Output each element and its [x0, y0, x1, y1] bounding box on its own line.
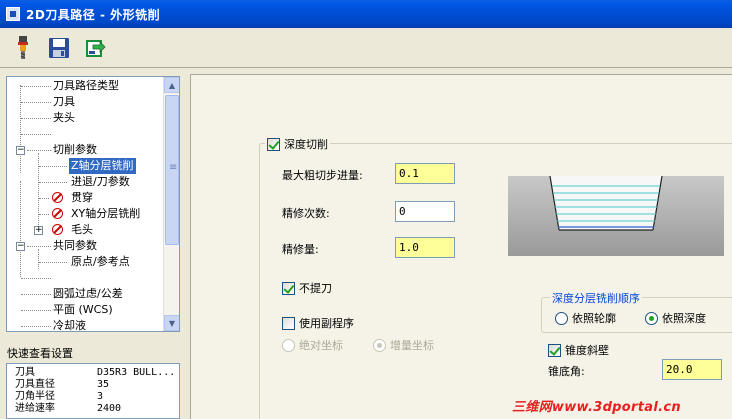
taper-angle-input[interactable]: 20.0 — [662, 359, 722, 380]
tree-items: 刀具路径类型 刀具 夹头 − 切削参数 Z轴分层铣削 进退/刀参数 贯穿 XY轴… — [7, 77, 163, 331]
collapse-icon[interactable]: − — [16, 146, 25, 155]
absolute-coord-radio — [282, 338, 295, 352]
quick-view-title: 快速查看设置 — [7, 347, 73, 360]
incremental-coord-radio — [373, 338, 386, 352]
scroll-thumb[interactable] — [165, 95, 179, 245]
finish-amount-input[interactable]: 1.0 — [395, 237, 455, 258]
collapse-icon[interactable]: − — [16, 242, 25, 251]
no-retract-option[interactable]: 不提刀 — [282, 280, 332, 296]
finish-count-label: 精修次数: — [282, 207, 330, 220]
scroll-up-button[interactable]: ▲ — [164, 77, 179, 93]
depth-cut-toggle[interactable]: 深度切削 — [265, 136, 330, 152]
tree-item-common-params[interactable]: − 共同参数 — [7, 238, 157, 254]
absolute-coord-option: 绝对坐标 — [282, 337, 343, 353]
toolbar — [0, 28, 732, 68]
save-icon — [49, 37, 69, 58]
tree-item-break-through[interactable]: 贯穿 — [7, 190, 157, 206]
tree-item-plane-wcs[interactable]: 平面 (WCS) — [7, 302, 157, 318]
export-icon — [86, 39, 106, 57]
scroll-down-button[interactable]: ▼ — [164, 315, 179, 331]
taper-angle-label: 锥底角: — [548, 365, 585, 378]
tool-holder-button[interactable] — [10, 34, 36, 62]
save-button[interactable] — [46, 34, 72, 62]
max-rough-step-label: 最大粗切步进量: — [282, 169, 363, 182]
tree-item-tabs[interactable]: + 毛头 — [7, 222, 157, 238]
watermark: 三维网www.3dportal.cn — [512, 400, 681, 415]
depth-cut-checkbox[interactable] — [267, 137, 280, 151]
depth-cut-preview — [508, 176, 724, 256]
title-bar: 2D刀具路径 - 外形铣削 — [0, 0, 732, 28]
by-depth-radio[interactable] — [645, 311, 658, 325]
window-title: 2D刀具路径 - 外形铣削 — [26, 7, 161, 22]
tree-scrollbar[interactable]: ▲ ▼ — [163, 77, 179, 331]
tree-item-cut-params[interactable]: − 切削参数 — [7, 142, 157, 158]
finish-count-input[interactable]: 0 — [395, 201, 455, 222]
expand-icon[interactable]: + — [34, 226, 43, 235]
finish-amount-label: 精修量: — [282, 243, 319, 256]
parameter-tree: 刀具路径类型 刀具 夹头 − 切削参数 Z轴分层铣削 进退/刀参数 贯穿 XY轴… — [6, 76, 180, 332]
tool-holder-icon — [18, 35, 28, 59]
tree-item-blank — [7, 126, 157, 142]
use-subprogram-option[interactable]: 使用副程序 — [282, 315, 354, 331]
tree-item-arc-filter[interactable]: 圆弧过虑/公差 — [7, 286, 157, 302]
depth-order-title: 深度分层铣削顺序 — [550, 290, 642, 306]
tree-item-holder[interactable]: 夹头 — [7, 110, 157, 126]
tree-item-blank-2 — [7, 270, 157, 286]
taper-wall-option[interactable]: 锥度斜壁 — [548, 342, 609, 358]
by-depth-option[interactable]: 依照深度 — [645, 310, 706, 326]
tree-item-coolant[interactable]: 冷却液 — [7, 318, 157, 331]
tree-item-home-ref[interactable]: 原点/参考点 — [7, 254, 157, 270]
pocket-preview-graphic — [508, 176, 724, 256]
app-icon — [6, 7, 20, 21]
max-rough-step-input[interactable]: 0.1 — [395, 163, 455, 184]
disabled-icon — [52, 192, 63, 203]
quick-view-panel: 刀具 D35R3 BULL... 刀具直径 35 刀角半径 3 进给速率 240… — [6, 363, 180, 419]
use-subprogram-checkbox[interactable] — [282, 316, 295, 330]
tree-item-xy-depth-cuts[interactable]: XY轴分层铣削 — [7, 206, 157, 222]
tree-item-toolpath-type[interactable]: 刀具路径类型 — [7, 78, 157, 94]
export-button[interactable] — [82, 34, 108, 62]
tree-item-lead-in-out[interactable]: 进退/刀参数 — [7, 174, 157, 190]
by-contour-option[interactable]: 依照轮廓 — [555, 310, 616, 326]
taper-wall-checkbox[interactable] — [548, 343, 561, 357]
incremental-coord-option: 增量坐标 — [373, 337, 434, 353]
tree-item-tool[interactable]: 刀具 — [7, 94, 157, 110]
tree-item-z-depth-cuts[interactable]: Z轴分层铣削 — [7, 158, 157, 174]
disabled-icon — [52, 208, 63, 219]
no-retract-checkbox[interactable] — [282, 281, 295, 295]
by-contour-radio[interactable] — [555, 311, 568, 325]
disabled-icon — [52, 224, 63, 235]
